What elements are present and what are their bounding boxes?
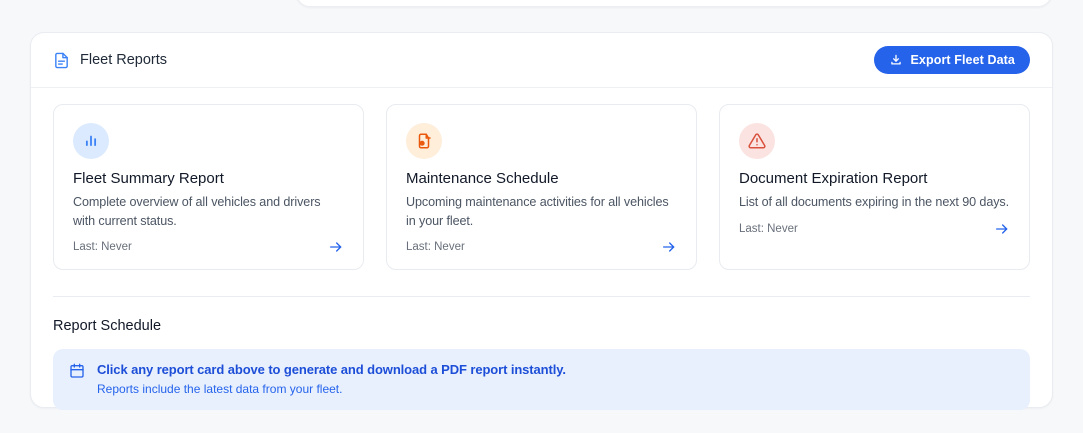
report-card-title: Maintenance Schedule xyxy=(406,170,559,187)
report-card-description: Complete overview of all vehicles and dr… xyxy=(73,195,321,228)
report-card-footer: Last: Never xyxy=(406,239,677,255)
report-card-title: Document Expiration Report xyxy=(739,170,928,187)
fleet-reports-page: Fleet Reports Export Fleet Data Fleet Su… xyxy=(0,0,1083,433)
calendar-icon xyxy=(69,363,85,379)
report-icon-circle xyxy=(73,123,109,159)
previous-panel-edge xyxy=(296,0,1052,7)
export-button-label: Export Fleet Data xyxy=(910,53,1015,67)
report-card-footer: Last: Never xyxy=(73,239,344,255)
report-card-footer: Last: Never xyxy=(739,221,1010,237)
report-cards-row: Fleet Summary Report Complete overview o… xyxy=(53,104,1030,271)
section-divider xyxy=(53,296,1030,298)
download-icon xyxy=(889,53,903,67)
report-card-maintenance-schedule[interactable]: Maintenance Schedule Upcoming maintenanc… xyxy=(386,104,697,271)
report-schedule-heading: Report Schedule xyxy=(53,318,162,335)
last-generated-label: Last: Never xyxy=(739,222,798,235)
report-card-description: Upcoming maintenance activities for all … xyxy=(406,195,669,228)
bar-chart-icon xyxy=(82,132,100,150)
report-icon-circle xyxy=(406,123,442,159)
report-schedule-info-banner: Click any report card above to generate … xyxy=(53,349,1030,411)
export-fleet-data-button[interactable]: Export Fleet Data xyxy=(874,46,1030,74)
panel-title: Fleet Reports xyxy=(80,52,168,68)
alert-triangle-icon xyxy=(748,132,766,150)
fleet-reports-panel: Fleet Reports Export Fleet Data Fleet Su… xyxy=(30,32,1053,411)
file-cog-icon xyxy=(415,132,433,150)
file-text-icon xyxy=(53,52,70,69)
arrow-right-icon[interactable] xyxy=(994,221,1010,237)
panel-header: Fleet Reports Export Fleet Data xyxy=(31,33,1052,88)
arrow-right-icon[interactable] xyxy=(328,239,344,255)
report-card-description: List of all documents expiring in the ne… xyxy=(739,195,1010,209)
panel-body: Fleet Summary Report Complete overview o… xyxy=(31,88,1052,430)
arrow-right-icon[interactable] xyxy=(661,239,677,255)
banner-subtext: Reports include the latest data from you… xyxy=(97,382,343,397)
report-card-title: Fleet Summary Report xyxy=(73,170,224,187)
panel-header-left: Fleet Reports xyxy=(53,52,167,69)
report-card-fleet-summary[interactable]: Fleet Summary Report Complete overview o… xyxy=(53,104,364,271)
banner-headline: Click any report card above to generate … xyxy=(97,362,566,378)
report-card-document-expiration[interactable]: Document Expiration Report List of all d… xyxy=(719,104,1030,271)
report-icon-circle xyxy=(739,123,775,159)
last-generated-label: Last: Never xyxy=(406,241,465,254)
banner-text: Click any report card above to generate … xyxy=(97,362,566,396)
last-generated-label: Last: Never xyxy=(73,241,132,254)
